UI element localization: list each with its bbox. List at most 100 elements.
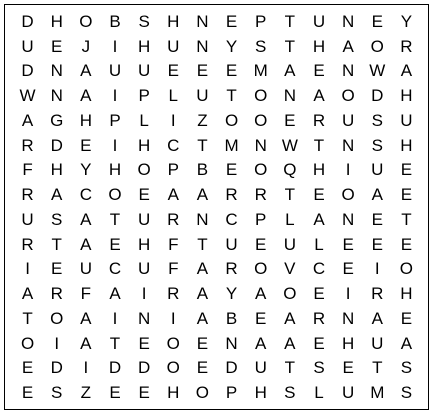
letter-cell[interactable]: H (392, 83, 421, 108)
letter-cell[interactable]: O (100, 182, 129, 207)
letter-cell[interactable]: E (392, 232, 421, 257)
letter-cell[interactable]: N (130, 306, 159, 331)
letter-cell[interactable]: L (130, 108, 159, 133)
letter-cell[interactable]: O (246, 158, 275, 183)
letter-cell[interactable]: C (71, 182, 100, 207)
letter-cell[interactable]: O (71, 9, 100, 34)
letter-cell[interactable]: E (363, 232, 392, 257)
letter-cell[interactable]: E (334, 232, 363, 257)
letter-cell[interactable]: A (159, 182, 188, 207)
letter-cell[interactable]: T (304, 133, 333, 158)
letter-cell[interactable]: A (188, 281, 217, 306)
letter-cell[interactable]: D (100, 356, 129, 381)
letter-cell[interactable]: C (100, 257, 129, 282)
letter-cell[interactable]: A (392, 331, 421, 356)
letter-cell[interactable]: Y (71, 158, 100, 183)
letter-cell[interactable]: U (100, 59, 129, 84)
letter-cell[interactable]: H (392, 133, 421, 158)
letter-cell[interactable]: A (42, 182, 71, 207)
letter-cell[interactable]: E (392, 306, 421, 331)
letter-cell[interactable]: D (130, 356, 159, 381)
letter-cell[interactable]: A (275, 331, 304, 356)
letter-cell[interactable]: E (246, 232, 275, 257)
letter-cell[interactable]: H (159, 380, 188, 405)
letter-cell[interactable]: E (334, 257, 363, 282)
letter-cell[interactable]: U (334, 108, 363, 133)
letter-cell[interactable]: U (130, 257, 159, 282)
letter-cell[interactable]: E (304, 281, 333, 306)
letter-cell[interactable]: E (304, 331, 333, 356)
letter-cell[interactable]: A (71, 232, 100, 257)
letter-cell[interactable]: P (130, 83, 159, 108)
letter-cell[interactable]: S (42, 207, 71, 232)
letter-cell[interactable]: U (363, 331, 392, 356)
letter-cell[interactable]: S (42, 380, 71, 405)
letter-cell[interactable]: B (188, 158, 217, 183)
letter-cell[interactable]: A (188, 257, 217, 282)
letter-cell[interactable]: I (130, 281, 159, 306)
letter-cell[interactable]: A (100, 281, 129, 306)
letter-cell[interactable]: Y (217, 281, 246, 306)
letter-cell[interactable]: O (275, 281, 304, 306)
letter-cell[interactable]: I (159, 108, 188, 133)
letter-cell[interactable]: E (392, 182, 421, 207)
letter-cell[interactable]: N (42, 59, 71, 84)
letter-cell[interactable]: A (188, 182, 217, 207)
letter-cell[interactable]: A (275, 306, 304, 331)
letter-cell[interactable]: N (188, 207, 217, 232)
letter-cell[interactable]: R (13, 182, 42, 207)
letter-cell[interactable]: F (159, 257, 188, 282)
letter-cell[interactable]: I (159, 306, 188, 331)
letter-cell[interactable]: I (334, 281, 363, 306)
letter-cell[interactable]: R (42, 281, 71, 306)
letter-cell[interactable]: O (42, 306, 71, 331)
letter-cell[interactable]: N (334, 207, 363, 232)
letter-cell[interactable]: T (275, 182, 304, 207)
letter-cell[interactable]: T (188, 133, 217, 158)
letter-cell[interactable]: T (13, 306, 42, 331)
letter-cell[interactable]: A (392, 59, 421, 84)
letter-cell[interactable]: O (363, 34, 392, 59)
letter-cell[interactable]: J (71, 34, 100, 59)
letter-cell[interactable]: I (100, 83, 129, 108)
letter-cell[interactable]: S (304, 356, 333, 381)
letter-cell[interactable]: T (275, 34, 304, 59)
letter-cell[interactable]: O (13, 331, 42, 356)
letter-cell[interactable]: Y (392, 9, 421, 34)
letter-cell[interactable]: U (217, 232, 246, 257)
letter-cell[interactable]: O (159, 331, 188, 356)
letter-cell[interactable]: T (100, 207, 129, 232)
letter-cell[interactable]: U (13, 207, 42, 232)
letter-cell[interactable]: A (71, 331, 100, 356)
letter-cell[interactable]: R (392, 34, 421, 59)
letter-cell[interactable]: U (13, 34, 42, 59)
letter-cell[interactable]: E (304, 59, 333, 84)
letter-cell[interactable]: H (100, 158, 129, 183)
letter-cell[interactable]: D (217, 356, 246, 381)
letter-cell[interactable]: O (217, 108, 246, 133)
letter-cell[interactable]: A (363, 182, 392, 207)
letter-cell[interactable]: O (334, 182, 363, 207)
letter-cell[interactable]: I (71, 356, 100, 381)
letter-cell[interactable]: T (217, 83, 246, 108)
letter-cell[interactable]: V (275, 257, 304, 282)
letter-cell[interactable]: U (275, 232, 304, 257)
letter-cell[interactable]: R (304, 108, 333, 133)
letter-cell[interactable]: O (246, 108, 275, 133)
letter-cell[interactable]: F (71, 281, 100, 306)
letter-cell[interactable]: R (13, 232, 42, 257)
letter-cell[interactable]: L (275, 207, 304, 232)
letter-cell[interactable]: R (159, 281, 188, 306)
letter-cell[interactable]: E (246, 306, 275, 331)
letter-cell[interactable]: A (71, 59, 100, 84)
letter-cell[interactable]: E (130, 331, 159, 356)
letter-cell[interactable]: H (130, 133, 159, 158)
letter-cell[interactable]: L (304, 380, 333, 405)
letter-cell[interactable]: E (363, 207, 392, 232)
letter-cell[interactable]: A (71, 83, 100, 108)
letter-cell[interactable]: N (246, 133, 275, 158)
letter-cell[interactable]: E (363, 9, 392, 34)
letter-cell[interactable]: M (246, 59, 275, 84)
letter-cell[interactable]: U (71, 257, 100, 282)
letter-cell[interactable]: T (392, 207, 421, 232)
